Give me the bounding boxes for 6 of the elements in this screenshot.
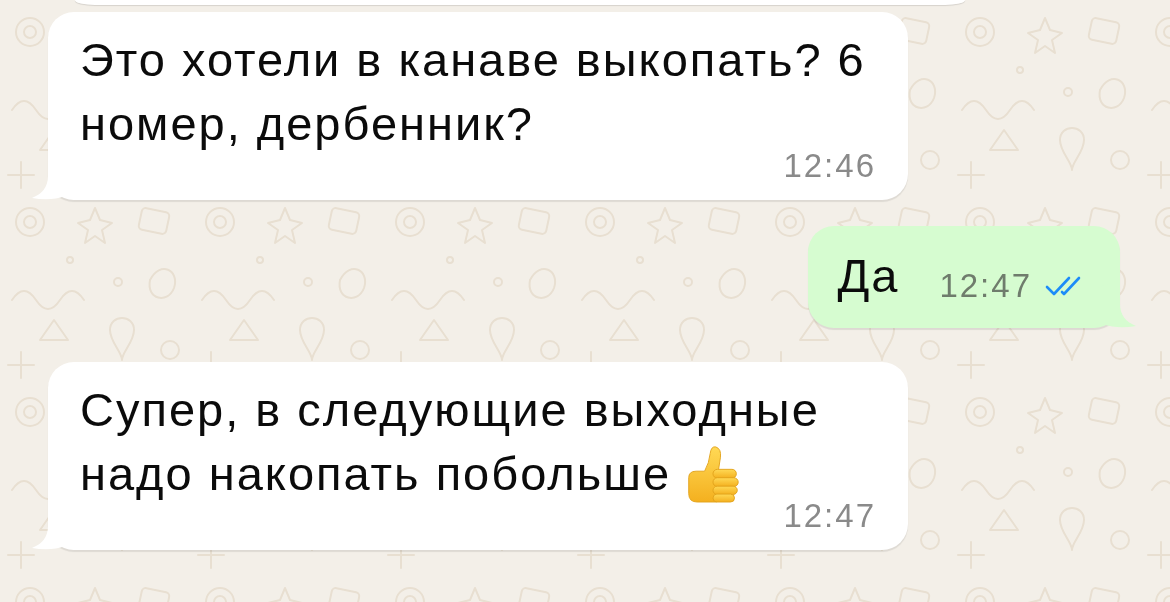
message-text: Супер, в следующие выходные надо накопать побольше [80,383,820,500]
message-text: Да [837,249,900,302]
message-time: 12:47 [783,502,876,530]
message-time: 12:47 [939,272,1032,300]
message-text: Это хотели в канаве выкопать? 6 номер, дербенник? [80,33,866,150]
message-time: 12:46 [783,152,876,180]
